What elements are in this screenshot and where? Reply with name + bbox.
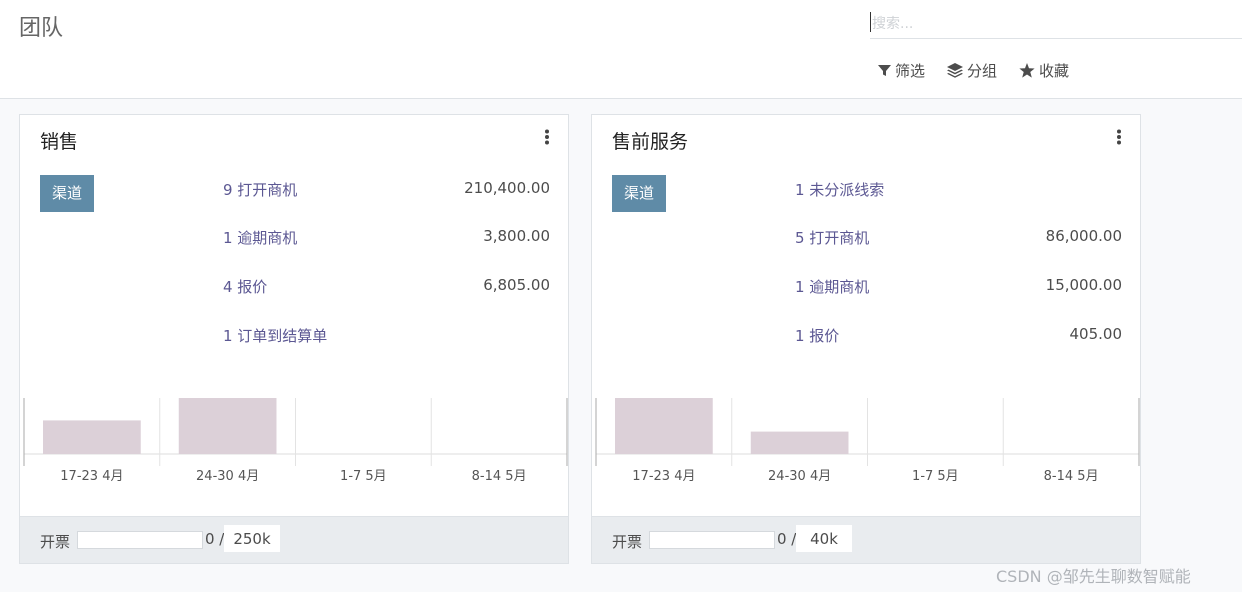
star-icon [1019, 63, 1035, 78]
stat-amount: 86,000.00 [1045, 227, 1122, 245]
card-title: 销售 [40, 131, 79, 153]
group-by-button-label: 分组 [967, 62, 998, 80]
stat-row: 1 订单到结算单 [223, 325, 550, 349]
stat-row: 1 未分派线索 [795, 179, 1122, 203]
chart-tick-label: 8-14 5月 [472, 469, 527, 484]
chart-tick-label: 24-30 4月 [196, 469, 259, 484]
invoicing-progress-bar [77, 531, 203, 549]
chart-tick-label: 8-14 5月 [1044, 469, 1099, 484]
favorites-button[interactable]: 收藏 [1019, 60, 1069, 81]
invoicing-progress-bar [649, 531, 775, 549]
stat-row: 9 打开商机 210,400.00 [223, 179, 550, 203]
stat-link[interactable]: 9 打开商机 [223, 179, 297, 200]
group-by-button[interactable]: 分组 [947, 60, 997, 81]
invoicing-target[interactable]: 40k [796, 525, 852, 552]
stat-row: 1 逾期商机 3,800.00 [223, 227, 550, 251]
invoicing-label: 开票 [612, 533, 643, 551]
team-card-sales: 销售 渠道 9 打开商机 210,400.00 1 逾期商机 3,800.00 … [19, 114, 569, 564]
channel-button[interactable]: 渠道 [40, 175, 95, 212]
filter-icon [878, 64, 891, 77]
chart-bar[interactable] [178, 398, 277, 454]
invoicing-current: 0 / [777, 530, 797, 548]
favorites-button-label: 收藏 [1039, 62, 1070, 80]
stat-link[interactable]: 1 订单到结算单 [223, 325, 327, 346]
chart-tick-label: 17-23 4月 [632, 469, 695, 484]
control-panel: 团队 筛选 分组 收藏 [0, 0, 1242, 99]
search-options: 筛选 分组 收藏 [878, 60, 1069, 81]
card-footer: 开票 0 / 40k [592, 516, 1140, 563]
stat-row: 1 报价 405.00 [795, 325, 1122, 349]
stat-amount: 15,000.00 [1045, 276, 1122, 294]
chart-tick-label: 24-30 4月 [768, 469, 831, 484]
stat-amount: 3,800.00 [483, 227, 550, 245]
stat-row: 4 报价 6,805.00 [223, 276, 550, 300]
stat-amount: 6,805.00 [483, 276, 550, 294]
page-title: 团队 [19, 16, 64, 41]
stat-amount: 405.00 [1069, 325, 1123, 343]
chart-tick-label: 1-7 5月 [912, 469, 959, 484]
filter-button-label: 筛选 [895, 62, 926, 80]
stat-link[interactable]: 1 报价 [795, 325, 839, 346]
channel-button[interactable]: 渠道 [612, 175, 667, 212]
stat-link[interactable]: 4 报价 [223, 276, 267, 297]
chart-bar[interactable] [43, 420, 141, 454]
card-title: 售前服务 [612, 131, 689, 153]
chart-bar[interactable] [615, 398, 713, 454]
stat-link[interactable]: 1 逾期商机 [223, 227, 297, 248]
watermark: CSDN @邹先生聊数智赋能 [996, 567, 1191, 586]
chart-tick-label: 1-7 5月 [340, 469, 387, 484]
stat-amount: 210,400.00 [464, 179, 550, 197]
invoicing-current: 0 / [205, 530, 225, 548]
activity-bar-chart[interactable]: 17-23 4月 24-30 4月 1-7 5月 8-14 5月 [21, 398, 568, 498]
stat-row: 1 逾期商机 15,000.00 [795, 276, 1122, 300]
stat-link[interactable]: 1 逾期商机 [795, 276, 869, 297]
activity-bar-chart[interactable]: 17-23 4月 24-30 4月 1-7 5月 8-14 5月 [593, 398, 1140, 498]
card-footer: 开票 0 / 250k [20, 516, 568, 563]
stat-link[interactable]: 5 打开商机 [795, 227, 869, 248]
stat-link[interactable]: 1 未分派线索 [795, 179, 884, 200]
invoicing-target[interactable]: 250k [224, 525, 280, 552]
filter-button[interactable]: 筛选 [878, 60, 925, 81]
text-caret [870, 12, 871, 32]
invoicing-label: 开票 [40, 533, 71, 551]
more-options-icon[interactable] [544, 129, 550, 145]
chart-bar[interactable] [750, 431, 849, 454]
more-options-icon[interactable] [1116, 129, 1122, 145]
team-card-presales: 售前服务 渠道 1 未分派线索 5 打开商机 86,000.00 1 逾期商机 … [591, 114, 1141, 564]
chart-tick-label: 17-23 4月 [60, 469, 123, 484]
search-input[interactable] [870, 10, 1242, 39]
layers-icon [947, 63, 964, 78]
stat-row: 5 打开商机 86,000.00 [795, 227, 1122, 251]
